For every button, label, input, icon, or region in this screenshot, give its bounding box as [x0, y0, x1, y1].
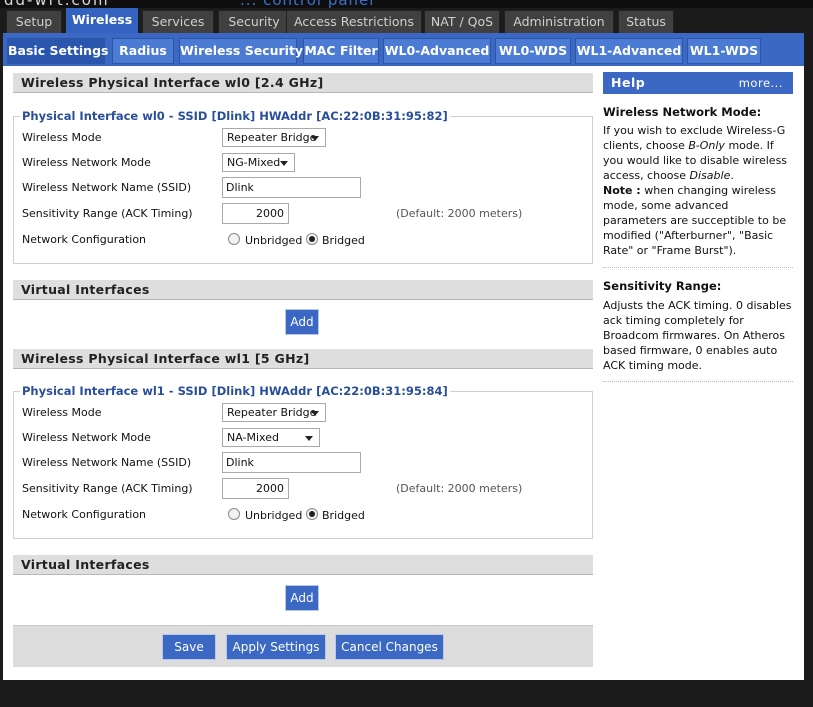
wl1-bridged-radio[interactable] — [306, 508, 318, 520]
help-sensitivity-text: Adjusts the ACK timing. 0 disables ack t… — [603, 299, 792, 372]
wl0-add-virtual-button[interactable]: Add — [285, 309, 319, 335]
wl1-sensitivity-hint: (Default: 2000 meters) — [396, 482, 523, 495]
action-bar: Save Apply Settings Cancel Changes — [13, 625, 593, 667]
help-mode-text-part3: . — [730, 169, 734, 182]
help-header: Help more... — [603, 72, 793, 94]
wl1-add-virtual-button[interactable]: Add — [285, 585, 319, 611]
wl0-sensitivity-hint: (Default: 2000 meters) — [396, 207, 523, 220]
wl1-network-mode-label: Wireless Network Mode — [22, 431, 151, 444]
wl1-fieldset: Physical Interface wl1 - SSID [Dlink] HW… — [13, 384, 593, 539]
wl1-ssid-label: Wireless Network Name (SSID) — [22, 456, 192, 469]
save-button[interactable]: Save — [162, 634, 216, 660]
help-mode-title: Wireless Network Mode: — [603, 105, 762, 119]
subtab-basic-settings[interactable]: Basic Settings — [7, 38, 108, 64]
tab-administration[interactable]: Administration — [504, 10, 614, 34]
wl0-sensitivity-label: Sensitivity Range (ACK Timing) — [22, 207, 193, 220]
chevron-down-icon — [311, 411, 319, 416]
wl1-virtual-interfaces-header: Virtual Interfaces — [13, 555, 593, 575]
help-title: Help — [611, 75, 646, 90]
wl0-network-mode-select[interactable]: NG-Mixed — [222, 153, 295, 172]
wl1-bridged-label: Bridged — [322, 509, 365, 522]
wl1-unbridged-radio[interactable] — [228, 508, 240, 520]
wl0-sensitivity-input[interactable]: 2000 — [222, 203, 289, 224]
wl0-netconf-label: Network Configuration — [22, 233, 147, 246]
router-admin-page: dd-wrt.com ... control panel Setup Wirel… — [0, 0, 813, 707]
tab-nat-qos[interactable]: NAT / QoS — [424, 10, 500, 34]
wl1-wireless-mode-label: Wireless Mode — [22, 406, 102, 419]
wl1-ssid-input[interactable]: Dlink — [222, 452, 361, 473]
tab-security[interactable]: Security — [218, 10, 290, 34]
subtab-wireless-security[interactable]: Wireless Security — [179, 38, 303, 64]
wl0-network-mode-value: NG-Mixed — [227, 156, 281, 169]
sub-nav: Basic Settings Radius Wireless Security … — [3, 33, 804, 66]
wl0-ssid-label: Wireless Network Name (SSID) — [22, 181, 192, 194]
help-mode-disable: Disable — [689, 169, 731, 182]
wl0-wireless-mode-value: Repeater Bridge — [227, 131, 317, 144]
help-divider — [603, 267, 793, 268]
help-mode-text: If you wish to exclude Wireless-G client… — [603, 123, 793, 258]
wl1-sensitivity-input[interactable]: 2000 — [222, 478, 289, 499]
wl1-network-mode-select[interactable]: NA-Mixed — [222, 428, 320, 447]
logo-tagline-fragment: ... control panel — [240, 0, 374, 8]
wl1-section-header: Wireless Physical Interface wl1 [5 GHz] — [13, 349, 593, 369]
help-note-label: Note : — [603, 184, 641, 197]
tab-setup[interactable]: Setup — [6, 10, 62, 34]
subtab-wl0-advanced[interactable]: WL0-Advanced — [383, 38, 491, 64]
tab-wireless[interactable]: Wireless — [66, 8, 138, 35]
wl0-bridged-radio[interactable] — [306, 233, 318, 245]
wl0-legend: Physical Interface wl0 - SSID [Dlink] HW… — [20, 109, 450, 123]
tab-services[interactable]: Services — [142, 10, 214, 34]
subtab-wl1-wds[interactable]: WL1-WDS — [687, 38, 761, 64]
apply-settings-button[interactable]: Apply Settings — [226, 634, 326, 660]
wl1-network-mode-value: NA-Mixed — [227, 431, 279, 444]
subtab-wl0-wds[interactable]: WL0-WDS — [495, 38, 571, 64]
tab-status[interactable]: Status — [618, 10, 674, 34]
cancel-changes-button[interactable]: Cancel Changes — [335, 634, 444, 660]
help-more-link[interactable]: more... — [739, 72, 783, 94]
chevron-down-icon — [305, 436, 313, 441]
wl0-wireless-mode-label: Wireless Mode — [22, 131, 102, 144]
header-logo-strip: dd-wrt.com ... control panel — [0, 0, 813, 8]
help-divider — [603, 381, 793, 382]
wl0-network-mode-label: Wireless Network Mode — [22, 156, 151, 169]
subtab-radius[interactable]: Radius — [112, 38, 174, 64]
help-mode-bonly: B-Only — [688, 139, 725, 152]
logo-fragment: dd-wrt.com — [4, 0, 110, 8]
wl1-unbridged-label: Unbridged — [245, 509, 303, 522]
chevron-down-icon — [311, 136, 319, 141]
wl0-ssid-input[interactable]: Dlink — [222, 177, 361, 198]
wl0-unbridged-radio[interactable] — [228, 233, 240, 245]
tab-access-restrictions[interactable]: Access Restrictions — [286, 10, 422, 34]
content-frame: Basic Settings Radius Wireless Security … — [3, 33, 804, 680]
wl0-fieldset: Physical Interface wl0 - SSID [Dlink] HW… — [13, 109, 593, 264]
wl0-wireless-mode-select[interactable]: Repeater Bridge — [222, 128, 326, 147]
wl0-section-header: Wireless Physical Interface wl0 [2.4 GHz… — [13, 73, 593, 93]
help-sensitivity-title: Sensitivity Range: — [603, 279, 722, 293]
wl0-unbridged-label: Unbridged — [245, 234, 303, 247]
wl1-wireless-mode-value: Repeater Bridge — [227, 406, 317, 419]
wl1-netconf-label: Network Configuration — [22, 508, 147, 521]
subtab-wl1-advanced[interactable]: WL1-Advanced — [575, 38, 683, 64]
subtab-mac-filter[interactable]: MAC Filter — [303, 38, 379, 64]
wl0-bridged-label: Bridged — [322, 234, 365, 247]
wl1-sensitivity-label: Sensitivity Range (ACK Timing) — [22, 482, 193, 495]
wl1-wireless-mode-select[interactable]: Repeater Bridge — [222, 403, 326, 422]
chevron-down-icon — [280, 161, 288, 166]
wl0-virtual-interfaces-header: Virtual Interfaces — [13, 280, 593, 300]
wl1-legend: Physical Interface wl1 - SSID [Dlink] HW… — [20, 384, 450, 398]
